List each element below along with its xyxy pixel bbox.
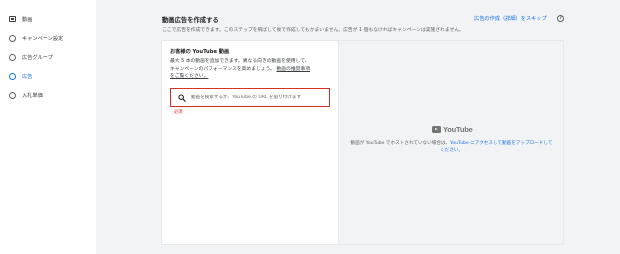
circle-icon bbox=[9, 72, 16, 80]
search-icon bbox=[178, 93, 186, 102]
sidebar-item-bidding[interactable]: 入札単価 bbox=[9, 88, 43, 102]
video-section-heading: お客様の YouTube 動画 bbox=[170, 49, 230, 55]
page-title: 動画広告を作成する bbox=[162, 17, 219, 24]
main-content: 動画広告を作成する ここで広告を作成できます。このステップを飛ばして後で作成して… bbox=[96, 0, 620, 254]
page-subtitle: ここで広告を作成できます。このステップを飛ばして後で作成してもかまいません。広告… bbox=[162, 28, 464, 33]
upload-instructions: 動画が YouTube でホストされていない場合は、YouTube にアクセスし… bbox=[339, 140, 564, 154]
upload-line-1: 動画が YouTube でホストされていない場合は、YouTube にアクセスし… bbox=[339, 140, 564, 147]
video-section-description: 最大 5 本の動画を追加できます。異なる向きの動画を使用して、 キャンペーンのパ… bbox=[170, 58, 336, 81]
sidebar-item-ads[interactable]: 広告 bbox=[9, 69, 32, 83]
youtube-upload-link-cont[interactable]: ください。 bbox=[440, 148, 463, 153]
sidebar-item-label: 動画 bbox=[22, 16, 33, 23]
upload-prefix-text: 動画が YouTube でホストされていない場合は、 bbox=[350, 141, 451, 146]
youtube-logo: YouTube bbox=[432, 125, 473, 134]
sidebar-item-video[interactable]: 動画 bbox=[9, 12, 32, 26]
description-line-2: キャンペーンのパフォーマンスを高めましょう。 動画の推奨事項 bbox=[170, 66, 336, 74]
youtube-logo-text: YouTube bbox=[443, 125, 473, 134]
sidebar-item-label: 入札単価 bbox=[22, 92, 43, 99]
video-search-input[interactable] bbox=[190, 95, 329, 100]
required-error-text: 必須 bbox=[174, 110, 183, 115]
youtube-upload-link[interactable]: YouTube にアクセスして動画をアップロードして bbox=[450, 141, 552, 146]
video-icon bbox=[9, 16, 16, 22]
description-line-3: をご覧ください。 bbox=[170, 73, 336, 81]
video-selection-panel: お客様の YouTube 動画 最大 5 本の動画を追加できます。異なる向きの動… bbox=[162, 41, 338, 244]
sidebar-item-label: 広告グループ bbox=[22, 54, 53, 61]
description-line-1: 最大 5 本の動画を追加できます。異なる向きの動画を使用して、 bbox=[170, 59, 310, 64]
video-recommendations-link[interactable]: 動画の推奨事項 bbox=[276, 67, 310, 72]
sidebar-item-ad-group[interactable]: 広告グループ bbox=[9, 50, 53, 64]
sidebar-item-label: 広告 bbox=[22, 73, 33, 80]
video-preview-panel: YouTube 動画が YouTube でホストされていない場合は、YouTub… bbox=[338, 41, 563, 244]
upload-line-2: ください。 bbox=[339, 147, 564, 154]
sidebar-item-label: キャンペーン設定 bbox=[22, 35, 64, 42]
video-ad-card: お客様の YouTube 動画 最大 5 本の動画を追加できます。異なる向きの動… bbox=[162, 41, 563, 244]
sidebar: 動画 キャンペーン設定 広告グループ 広告 入札単価 bbox=[0, 0, 96, 254]
help-icon[interactable]: ? bbox=[557, 15, 564, 22]
circle-icon bbox=[9, 53, 16, 61]
circle-icon bbox=[9, 34, 16, 42]
youtube-play-icon bbox=[432, 126, 441, 133]
description-text: キャンペーンのパフォーマンスを高めましょう。 bbox=[170, 66, 275, 72]
video-recommendations-link-cont[interactable]: をご覧ください。 bbox=[170, 74, 208, 79]
sidebar-item-campaign-settings[interactable]: キャンペーン設定 bbox=[9, 31, 63, 45]
video-search-box[interactable] bbox=[170, 88, 330, 107]
skip-ad-creation-link[interactable]: 広告の作成（詳細）をスキップ bbox=[474, 15, 547, 22]
circle-icon bbox=[9, 91, 16, 99]
